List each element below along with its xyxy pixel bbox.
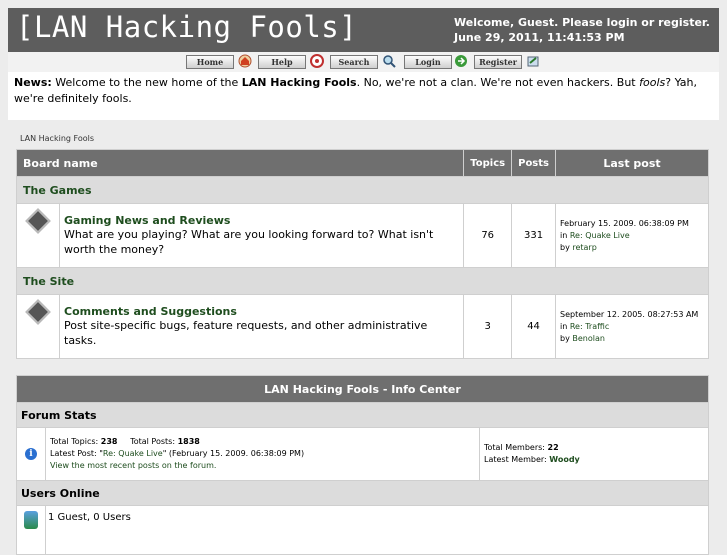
- welcome-box: Welcome, Guest. Please login or register…: [454, 15, 710, 45]
- board-title-link[interactable]: Gaming News and Reviews: [64, 214, 459, 227]
- board-diamond-icon: [25, 299, 51, 325]
- last-post-date: September 12. 2005. 08:27:53 AM: [560, 309, 699, 319]
- col-last-post: Last post: [555, 149, 709, 177]
- latest-post-date: " (February 15. 2009. 06:38:09 PM): [162, 449, 305, 458]
- board-posts-count: 44: [511, 294, 556, 359]
- category-the-site[interactable]: The Site: [16, 267, 709, 295]
- last-post-user-line: by retarp: [560, 242, 704, 254]
- site-title[interactable]: [LAN Hacking Fools]: [16, 10, 357, 44]
- search-icon[interactable]: [382, 54, 396, 68]
- users-online-row: 1 Guest, 0 Users: [16, 505, 709, 555]
- login-icon[interactable]: [454, 54, 468, 68]
- last-post-topic-link[interactable]: Re: Traffic: [570, 322, 609, 331]
- board-title-link[interactable]: Comments and Suggestions: [64, 305, 459, 318]
- recent-posts-link[interactable]: View the most recent posts on the forum.: [50, 460, 475, 472]
- board-description: What are you playing? What are you looki…: [64, 228, 434, 256]
- info-icon: i: [25, 448, 37, 460]
- register-button[interactable]: Register: [474, 55, 522, 69]
- total-members-label: Total Members:: [484, 443, 548, 452]
- home-button[interactable]: Home: [186, 55, 234, 69]
- board-index-table: Board name Topics Posts Last post The Ga…: [15, 149, 709, 359]
- board-last-post: September 12. 2005. 08:27:53 AM in Re: T…: [555, 294, 709, 359]
- users-online-icon: [24, 511, 38, 529]
- total-posts-label: Total Posts:: [130, 437, 178, 446]
- board-info-cell: Gaming News and Reviews What are you pla…: [58, 203, 465, 268]
- main-nav: Home Help Search Login Register: [8, 52, 719, 72]
- board-status-cell: [16, 203, 60, 268]
- home-icon[interactable]: [238, 54, 252, 68]
- last-post-topic-link[interactable]: Re: Quake Live: [570, 231, 630, 240]
- info-center-table: LAN Hacking Fools - Info Center Forum St…: [16, 375, 709, 555]
- stats-members-cell: Total Members: 22 Latest Member: Woody: [479, 427, 709, 481]
- breadcrumb[interactable]: LAN Hacking Fools: [20, 134, 94, 143]
- last-post-user-line: by Benolan: [560, 333, 704, 345]
- last-post-in-label: in: [560, 321, 570, 331]
- category-the-games[interactable]: The Games: [16, 176, 709, 204]
- news-text-1: Welcome to the new home of the: [51, 76, 242, 89]
- latest-member-label: Latest Member:: [484, 455, 550, 464]
- board-status-cell: [16, 294, 60, 359]
- total-posts-value: 1838: [177, 437, 200, 446]
- news-banner: News: Welcome to the new home of the LAN…: [8, 72, 719, 120]
- col-topics: Topics: [463, 149, 513, 177]
- news-site-name: LAN Hacking Fools: [241, 76, 357, 89]
- last-post-user-link[interactable]: Benolan: [572, 334, 605, 343]
- info-center-title: LAN Hacking Fools - Info Center: [16, 375, 709, 403]
- category-row: The Games: [16, 176, 709, 204]
- latest-post-line: Latest Post: "Re: Quake Live" (February …: [50, 448, 475, 460]
- news-fools: fools: [639, 76, 666, 89]
- board-topics-count: 76: [463, 203, 513, 268]
- last-post-by-label: by: [560, 333, 573, 343]
- last-post-topic-line: in Re: Quake Live: [560, 230, 704, 242]
- users-online-text: 1 Guest, 0 Users: [45, 505, 709, 555]
- last-post-by-label: by: [560, 242, 573, 252]
- search-button[interactable]: Search: [330, 55, 378, 69]
- total-topics-value: 238: [100, 437, 118, 446]
- category-row: The Site: [16, 267, 709, 295]
- board-topics-count: 3: [463, 294, 513, 359]
- forum-stats-heading: Forum Stats: [16, 402, 709, 428]
- users-icon-cell: [16, 505, 46, 555]
- news-text-2: . No, we're not a clan. We're not even h…: [356, 76, 640, 89]
- board-description: Post site-specific bugs, feature request…: [64, 319, 428, 347]
- last-post-in-label: in: [560, 230, 570, 240]
- board-info-cell: Comments and Suggestions Post site-speci…: [58, 294, 465, 359]
- news-text: News: Welcome to the new home of the LAN…: [14, 75, 713, 107]
- last-post-topic-line: in Re: Traffic: [560, 321, 704, 333]
- total-topics-label: Total Topics:: [50, 437, 101, 446]
- help-icon[interactable]: [310, 54, 324, 68]
- help-button[interactable]: Help: [258, 55, 306, 69]
- total-members-line: Total Members: 22: [484, 442, 704, 454]
- board-table-header: Board name Topics Posts Last post: [15, 149, 709, 177]
- latest-post-label: Latest Post: ": [50, 449, 103, 458]
- total-members-value: 22: [547, 443, 559, 452]
- last-post-user-link[interactable]: retarp: [572, 243, 596, 252]
- login-button[interactable]: Login: [404, 55, 452, 69]
- board-diamond-icon: [25, 208, 51, 234]
- forum-stats-row: i Total Topics: 238 Total Posts: 1838 La…: [16, 427, 709, 481]
- board-row: Comments and Suggestions Post site-speci…: [16, 294, 709, 359]
- col-posts: Posts: [511, 149, 556, 177]
- welcome-text: Welcome, Guest. Please login or register…: [454, 16, 710, 29]
- users-online-heading: Users Online: [16, 480, 709, 506]
- latest-post-link[interactable]: Re: Quake Live: [103, 449, 163, 458]
- latest-member-line: Latest Member: Woody: [484, 454, 704, 466]
- latest-member-link[interactable]: Woody: [549, 455, 579, 464]
- register-icon[interactable]: [526, 54, 540, 68]
- board-last-post: February 15. 2009. 06:38:09 PM in Re: Qu…: [555, 203, 709, 268]
- col-board-name: Board name: [15, 149, 465, 177]
- current-datetime: June 29, 2011, 11:41:53 PM: [454, 31, 625, 44]
- site-header: [LAN Hacking Fools] Welcome, Guest. Plea…: [8, 8, 719, 52]
- stats-main-cell: Total Topics: 238 Total Posts: 1838 Late…: [45, 427, 480, 481]
- board-row: Gaming News and Reviews What are you pla…: [16, 203, 709, 268]
- stats-icon-cell: i: [16, 427, 46, 481]
- stats-totals-line: Total Topics: 238 Total Posts: 1838: [50, 436, 475, 448]
- news-label: News:: [14, 76, 52, 89]
- board-posts-count: 331: [511, 203, 556, 268]
- last-post-date: February 15. 2009. 06:38:09 PM: [560, 218, 689, 228]
